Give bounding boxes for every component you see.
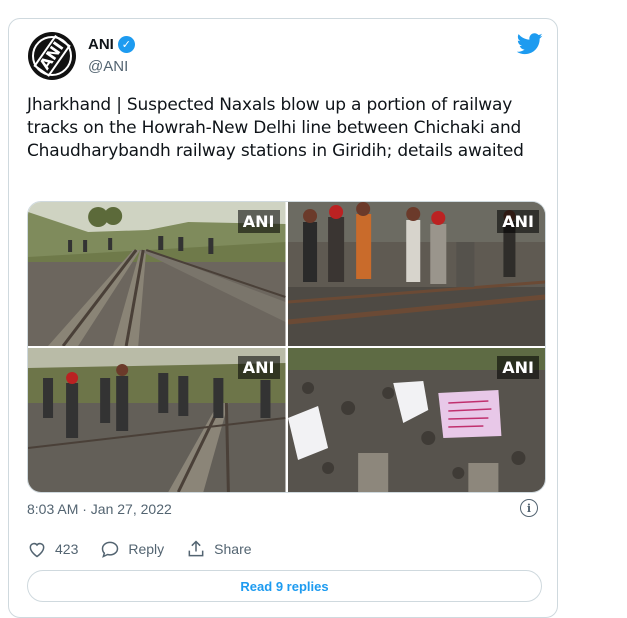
- author-handle[interactable]: @ANI: [88, 58, 128, 75]
- photo-men-inspecting[interactable]: ANI: [287, 202, 545, 346]
- share-label: Share: [214, 541, 252, 557]
- tweet-text: Jharkhand | Suspected Naxals blow up a p…: [27, 95, 524, 161]
- like-button[interactable]: 423: [27, 539, 78, 559]
- share-upload-icon: [188, 540, 204, 557]
- reply-button[interactable]: Reply: [100, 539, 164, 559]
- reply-label: Reply: [128, 541, 165, 557]
- tweet-card[interactable]: ANI ANI ✓ @ANI Jharkhand | Suspected Nax…: [8, 18, 558, 618]
- tweet-timestamp[interactable]: 8:03 AM · Jan 27, 2022: [27, 501, 172, 517]
- reply-bubble-icon: [102, 541, 119, 558]
- share-button[interactable]: Share: [186, 539, 252, 559]
- tweet-actions: 423 Reply Share: [27, 539, 274, 559]
- verified-badge-icon: ✓: [117, 36, 135, 53]
- tweet-meta-row: 8:03 AM · Jan 27, 2022 i: [27, 499, 544, 517]
- info-icon[interactable]: i: [520, 499, 538, 517]
- heart-icon: [29, 542, 45, 558]
- like-count: 423: [55, 541, 79, 557]
- author-name-row[interactable]: ANI ✓: [88, 36, 135, 53]
- photo-tracks-hills[interactable]: ANI: [28, 202, 286, 346]
- ani-watermark: ANI: [497, 210, 539, 233]
- ani-watermark: ANI: [237, 210, 280, 233]
- read-replies-button[interactable]: Read 9 replies: [27, 570, 542, 602]
- ani-watermark: ANI: [497, 356, 539, 379]
- photo-group-on-tracks[interactable]: ANI: [28, 348, 286, 492]
- photo-papers-on-ballast[interactable]: ANI: [287, 348, 545, 492]
- twitter-bird-icon[interactable]: [517, 33, 543, 55]
- media-grid[interactable]: ANI ANI ANI ANI: [27, 201, 546, 493]
- author-name[interactable]: ANI: [88, 36, 114, 53]
- ani-watermark: ANI: [237, 356, 280, 379]
- avatar[interactable]: ANI: [28, 32, 76, 80]
